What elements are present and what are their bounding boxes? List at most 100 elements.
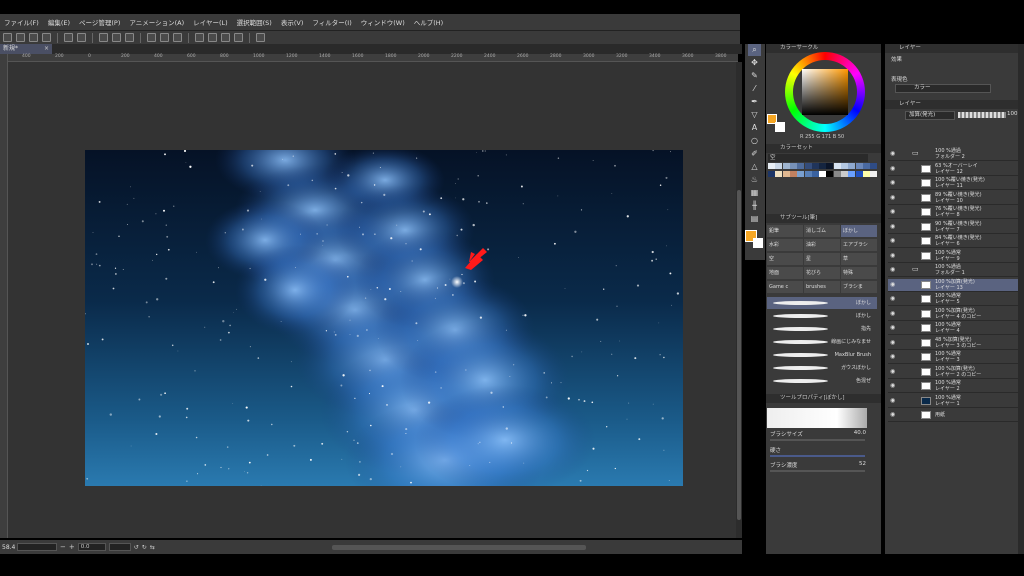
color-swatch[interactable] xyxy=(782,163,790,169)
angle-slider[interactable] xyxy=(108,543,131,551)
eyedropper-tool-icon[interactable]: ⁄ xyxy=(748,83,761,95)
layer-row[interactable]: ◉ ▭ 100 %通過 フォルダー 2 xyxy=(888,148,1018,161)
layer-row[interactable]: ◉ 100 %通常 レイヤー 2 xyxy=(888,380,1018,393)
brush-size-slider[interactable] xyxy=(770,439,865,441)
color-set-header[interactable]: カラーセット xyxy=(766,144,881,153)
subtool-group-button[interactable]: ぼかし xyxy=(841,225,877,237)
color-swatch[interactable] xyxy=(833,163,841,169)
color-swatch[interactable] xyxy=(804,171,812,177)
visibility-icon[interactable]: ◉ xyxy=(890,339,896,346)
layer-row[interactable]: ◉ 90 %覆い焼き(発光) レイヤー 7 xyxy=(888,221,1018,234)
opacity-slider[interactable] xyxy=(958,112,1006,118)
background-color-swatch[interactable] xyxy=(775,122,785,132)
color-swatch[interactable] xyxy=(855,163,863,169)
device-icon[interactable] xyxy=(234,33,243,42)
new-icon[interactable] xyxy=(3,33,12,42)
color-palette[interactable] xyxy=(768,163,878,189)
visibility-icon[interactable]: ◉ xyxy=(890,354,896,360)
visibility-icon[interactable]: ◉ xyxy=(890,383,896,389)
subtool-group-button[interactable]: 地面 xyxy=(767,267,803,279)
open-icon[interactable] xyxy=(16,33,25,42)
layer-row[interactable]: ◉ 48 %加算(発光) レイヤー 3 のコピー xyxy=(888,337,1018,350)
visibility-icon[interactable]: ◉ xyxy=(890,368,896,375)
subtool-group-button[interactable]: 油彩 xyxy=(804,239,840,251)
hardness-row[interactable]: 硬さ xyxy=(770,446,872,457)
subtool-header[interactable]: サブツール[筆] xyxy=(766,214,881,223)
color-swatch[interactable] xyxy=(833,171,841,177)
brush-item[interactable]: ぼかし xyxy=(767,310,877,322)
color-swatch[interactable] xyxy=(768,171,775,177)
subtool-group-button[interactable]: エアブラシ xyxy=(841,239,877,251)
export-icon[interactable] xyxy=(42,33,51,42)
brush-item[interactable]: 指先 xyxy=(767,323,877,335)
auto-select-tool-icon[interactable]: ✎ xyxy=(748,70,761,82)
pencil-tool-icon[interactable]: ▽ xyxy=(748,109,761,121)
visibility-icon[interactable]: ◉ xyxy=(890,412,896,418)
visibility-icon[interactable]: ◉ xyxy=(890,281,896,288)
visibility-icon[interactable]: ◉ xyxy=(890,325,896,331)
brush-item[interactable]: ぼかし xyxy=(767,297,877,309)
subtool-group-button[interactable]: 花びら xyxy=(804,267,840,279)
visibility-icon[interactable]: ◉ xyxy=(890,209,896,215)
layer-row[interactable]: ◉ 100 %加算(発光) レイヤー 13 xyxy=(888,278,1018,292)
color-swatch[interactable] xyxy=(789,163,797,169)
undo-icon[interactable] xyxy=(64,33,73,42)
artwork-canvas[interactable] xyxy=(85,150,683,486)
color-swatch[interactable] xyxy=(804,163,812,169)
menu-item[interactable]: ウィンドウ(W) xyxy=(361,17,405,27)
layer-row[interactable]: ◉ 100 %覆い焼き(発光) レイヤー 11 xyxy=(888,177,1018,190)
visibility-icon[interactable]: ◉ xyxy=(890,238,896,244)
share-icon[interactable] xyxy=(256,33,265,42)
color-swatch[interactable] xyxy=(848,171,856,177)
expression-color-select[interactable]: カラー xyxy=(895,84,991,93)
color-swatch[interactable] xyxy=(789,171,797,177)
layer-header[interactable]: レイヤー xyxy=(885,100,1024,109)
visibility-icon[interactable]: ◉ xyxy=(890,310,896,317)
zoom-in-icon[interactable]: + xyxy=(69,543,75,551)
color-swatch[interactable] xyxy=(797,163,805,169)
text-tool-icon[interactable]: A xyxy=(748,122,761,134)
color-swatch[interactable] xyxy=(797,171,805,177)
menu-item[interactable]: 選択範囲(S) xyxy=(237,17,272,27)
layer-row[interactable]: ◉ 100 %通常 レイヤー 9 xyxy=(888,250,1018,263)
subtool-group-button[interactable]: 空 xyxy=(767,253,803,265)
sub-color-swatch[interactable] xyxy=(753,238,763,248)
transform-icon[interactable] xyxy=(125,33,134,42)
selection-tool-icon[interactable]: ○ xyxy=(748,135,761,147)
color-swatch[interactable] xyxy=(848,163,856,169)
hardness-slider[interactable] xyxy=(770,455,865,457)
brush-size-row[interactable]: ブラシサイズ 40.0 xyxy=(770,430,872,441)
visibility-icon[interactable]: ◉ xyxy=(890,267,896,273)
subtool-group-button[interactable]: 草 xyxy=(841,253,877,265)
ruler-tool-icon[interactable]: ╫ xyxy=(748,200,761,212)
save-icon[interactable] xyxy=(29,33,38,42)
color-swatch[interactable] xyxy=(775,171,783,177)
panel-scrollbar[interactable] xyxy=(1018,44,1024,554)
brush-item[interactable]: 線画にじみなませ xyxy=(767,336,877,348)
snap-grid-icon[interactable] xyxy=(208,33,217,42)
visibility-icon[interactable]: ◉ xyxy=(890,296,896,302)
flip-icon[interactable]: ⇆ xyxy=(150,544,155,551)
subtool-group-button[interactable]: 特殊 xyxy=(841,267,877,279)
layer-row[interactable]: ◉ 100 %通常 レイヤー 5 xyxy=(888,293,1018,306)
color-swatch[interactable] xyxy=(841,163,848,169)
color-swatch[interactable] xyxy=(819,171,827,177)
menu-item[interactable]: レイヤー(L) xyxy=(193,17,228,27)
visibility-icon[interactable]: ◉ xyxy=(890,397,896,404)
color-swatch[interactable] xyxy=(862,171,870,177)
color-swatch[interactable] xyxy=(855,171,863,177)
move-tool-icon[interactable]: ✥ xyxy=(748,57,761,69)
subtool-group-button[interactable]: 鉛筆 xyxy=(767,225,803,237)
snap-ruler-icon[interactable] xyxy=(195,33,204,42)
clear-icon[interactable] xyxy=(99,33,108,42)
snap-perspective-icon[interactable] xyxy=(221,33,230,42)
vertical-scroll-thumb[interactable] xyxy=(737,190,741,520)
horizontal-scroll-thumb[interactable] xyxy=(332,545,586,550)
layer-row[interactable]: ◉ 100 %加算(発光) レイヤー 4 のコピー xyxy=(888,308,1018,321)
menu-item[interactable]: 表示(V) xyxy=(281,17,304,27)
menu-item[interactable]: フィルター(I) xyxy=(312,17,351,27)
brush-tool-icon[interactable]: ✐ xyxy=(748,148,761,160)
visibility-icon[interactable]: ◉ xyxy=(890,252,896,259)
layer-row[interactable]: ◉ 84 %覆い焼き(発光) レイヤー 6 xyxy=(888,235,1018,248)
angle-field[interactable]: 0.0 xyxy=(77,543,106,551)
